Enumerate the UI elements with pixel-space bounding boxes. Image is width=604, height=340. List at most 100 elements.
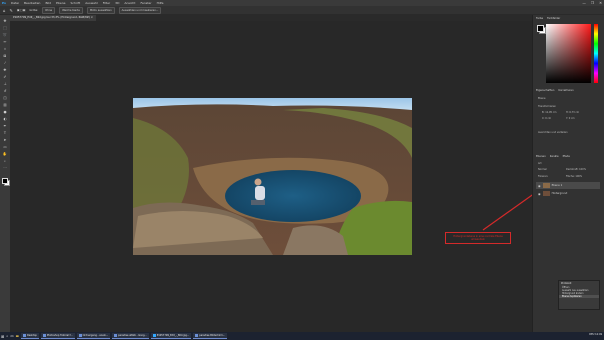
layers-panel-tabs: Ebenen Kanäle Pfade — [536, 155, 570, 158]
marquee-tool-icon[interactable]: ⬚ — [2, 25, 8, 30]
menu-item-bearbeiten[interactable]: Bearbeiten — [24, 1, 40, 5]
select-subject-button[interactable]: Motiv auswählen — [86, 6, 115, 14]
color-panel-tabs: Farbe Farbfelder — [536, 17, 560, 20]
transform-header[interactable]: Transformieren — [538, 105, 556, 108]
hand-tool-icon[interactable]: ✋ — [2, 151, 8, 156]
layer-name[interactable]: Hintergrund — [552, 192, 568, 195]
foreground-color-swatch[interactable] — [2, 178, 8, 184]
menu-item-hilfe[interactable]: Hilfe — [157, 1, 164, 5]
selection-mode-icon[interactable]: ▣▢▣ — [17, 8, 26, 12]
color-picker-field[interactable] — [546, 24, 591, 83]
history-panel: Protokoll Öffnen Auswahl neu auswählen H… — [558, 280, 600, 310]
brush-tool-icon[interactable]: ✐ — [2, 74, 8, 79]
quick-select-tool-icon[interactable]: ✏ — [2, 39, 8, 44]
eraser-tool-icon[interactable]: ◫ — [2, 95, 8, 100]
task-view-icon[interactable]: ▭ — [10, 334, 13, 338]
transform-x[interactable]: X: 0 cm — [542, 117, 551, 120]
tab-korrekturen[interactable]: Korrekturen — [558, 89, 573, 92]
app-icon — [42, 334, 46, 337]
app-icon — [22, 334, 26, 337]
home-icon[interactable]: ⌂ — [3, 8, 6, 13]
tab-ebenen[interactable]: Ebenen — [536, 155, 546, 158]
tab-pfade[interactable]: Pfade — [563, 155, 570, 158]
tab-kanaele[interactable]: Kanäle — [550, 155, 559, 158]
transform-y[interactable]: Y: 0 cm — [566, 117, 575, 120]
tab-eigenschaften[interactable]: Eigenschaften — [536, 89, 554, 92]
system-tray-clock[interactable]: DEU 12:49 — [589, 333, 602, 336]
align-distribute-header[interactable]: Ausrichten und verteilen — [538, 131, 567, 134]
taskbar-item[interactable]: Photoshop Tutorial f... — [40, 333, 75, 339]
layer-name[interactable]: Ebene 1 — [552, 184, 563, 187]
folder-icon[interactable]: ▬ — [16, 334, 19, 338]
dodge-tool-icon[interactable]: ◐ — [2, 116, 8, 121]
transform-height[interactable]: H: 6,73 cm — [566, 111, 579, 114]
type-tool-icon[interactable]: T — [2, 130, 8, 135]
layer-thumbnail — [542, 183, 550, 188]
menu-item-3d[interactable]: 3D — [115, 1, 119, 5]
lasso-tool-icon[interactable]: ➰ — [2, 32, 8, 37]
zoom-tool-icon[interactable]: ⌕ — [2, 158, 8, 163]
history-item[interactable]: Ebene duplizieren — [559, 295, 599, 298]
soft-edge-toggle[interactable]: Weiche Kante — [59, 6, 83, 14]
minimize-button[interactable]: — — [582, 1, 586, 5]
document-image[interactable] — [133, 98, 412, 255]
layer-filter-select[interactable]: Art — [538, 162, 542, 165]
clone-stamp-tool-icon[interactable]: ⊥ — [2, 81, 8, 86]
menu-item-ebene[interactable]: Ebene — [56, 1, 65, 5]
app-icon — [195, 334, 199, 337]
tools-panel: ✥ ⬚ ➰ ✏ ⌗ ⊠ ⁄ ✚ ✐ ⊥ ↺ ◫ ▥ ● ◐ ✒ T ➤ ▭ ✋ … — [0, 15, 10, 332]
app-icon — [152, 334, 156, 337]
window-controls: — ❐ ✕ — [582, 1, 602, 5]
app-icon — [78, 334, 82, 337]
taskbar-item[interactable]: Desktop — [20, 333, 39, 339]
windows-start-icon[interactable]: ⊞ — [1, 334, 4, 339]
path-select-tool-icon[interactable]: ➤ — [2, 137, 8, 142]
size-select[interactable]: Ohne — [42, 6, 56, 14]
visibility-eye-icon[interactable]: ◉ — [538, 184, 541, 188]
menu-item-ansicht[interactable]: Ansicht — [124, 1, 135, 5]
fill-field[interactable]: Fläche: 100% — [566, 175, 582, 178]
menu-item-bild[interactable]: Bild — [45, 1, 51, 5]
pen-tool-icon[interactable]: ✒ — [2, 123, 8, 128]
menu-item-datei[interactable]: Datei — [11, 1, 19, 5]
eyedropper-tool-icon[interactable]: ⁄ — [2, 60, 8, 65]
taskbar-item[interactable]: Ordnergang - analo... — [76, 333, 111, 339]
gradient-tool-icon[interactable]: ▥ — [2, 102, 8, 107]
hue-slider[interactable] — [594, 24, 598, 83]
tab-farbe[interactable]: Farbe — [536, 17, 543, 20]
windows-taskbar: ⊞ ⌕ ▭ ▬ Desktop Photoshop Tutorial f... … — [0, 332, 604, 340]
crater-lake-photo — [133, 98, 412, 255]
opacity-field[interactable]: Deckkraft: 100% — [566, 168, 586, 171]
layer-thumbnail — [542, 191, 550, 196]
frame-tool-icon[interactable]: ⊠ — [2, 53, 8, 58]
tab-farbfelder[interactable]: Farbfelder — [547, 17, 560, 20]
color-swatches-fg-bg[interactable] — [537, 25, 546, 34]
ps-logo-icon[interactable]: Ps — [2, 1, 6, 5]
visibility-eye-icon[interactable]: ◉ — [538, 192, 541, 196]
blur-tool-icon[interactable]: ● — [2, 109, 8, 114]
size-label: Größe: — [29, 8, 39, 12]
select-and-mask-button[interactable]: Auswählen und maskieren... — [118, 6, 162, 14]
shape-tool-icon[interactable]: ▭ — [2, 144, 8, 149]
more-tools-icon[interactable]: ⋯ — [2, 165, 8, 170]
menu-item-fenster[interactable]: Fenster — [140, 1, 151, 5]
lasso-tool-icon[interactable]: ✎ — [10, 8, 13, 13]
layer-row-ebene-1[interactable]: ◉ Ebene 1 — [536, 182, 600, 189]
crop-tool-icon[interactable]: ⌗ — [2, 46, 8, 51]
menu-item-filter[interactable]: Filter — [103, 1, 110, 5]
taskbar-item[interactable]: paradise Bildschirm... — [193, 333, 228, 339]
maximize-button[interactable]: ❐ — [591, 1, 594, 5]
close-button[interactable]: ✕ — [599, 1, 602, 5]
menu-item-schrift[interactable]: Schrift — [70, 1, 80, 5]
blend-mode-select[interactable]: Normal — [538, 168, 547, 171]
menu-item-auswahl[interactable]: Auswahl — [85, 1, 98, 5]
taskbar-item[interactable]: paradise alfalb - Goog... — [112, 333, 149, 339]
layer-row-hintergrund[interactable]: ◉ Hintergrund — [536, 190, 600, 197]
taskbar-item[interactable]: P1057799_Edit_-_Bild.jpg... — [150, 333, 192, 339]
history-brush-tool-icon[interactable]: ↺ — [2, 88, 8, 93]
move-tool-icon[interactable]: ✥ — [2, 18, 8, 23]
app-icon — [114, 334, 118, 337]
search-icon[interactable]: ⌕ — [6, 334, 8, 338]
healing-brush-tool-icon[interactable]: ✚ — [2, 67, 8, 72]
transform-width[interactable]: B: 11,95 cm — [542, 111, 556, 114]
